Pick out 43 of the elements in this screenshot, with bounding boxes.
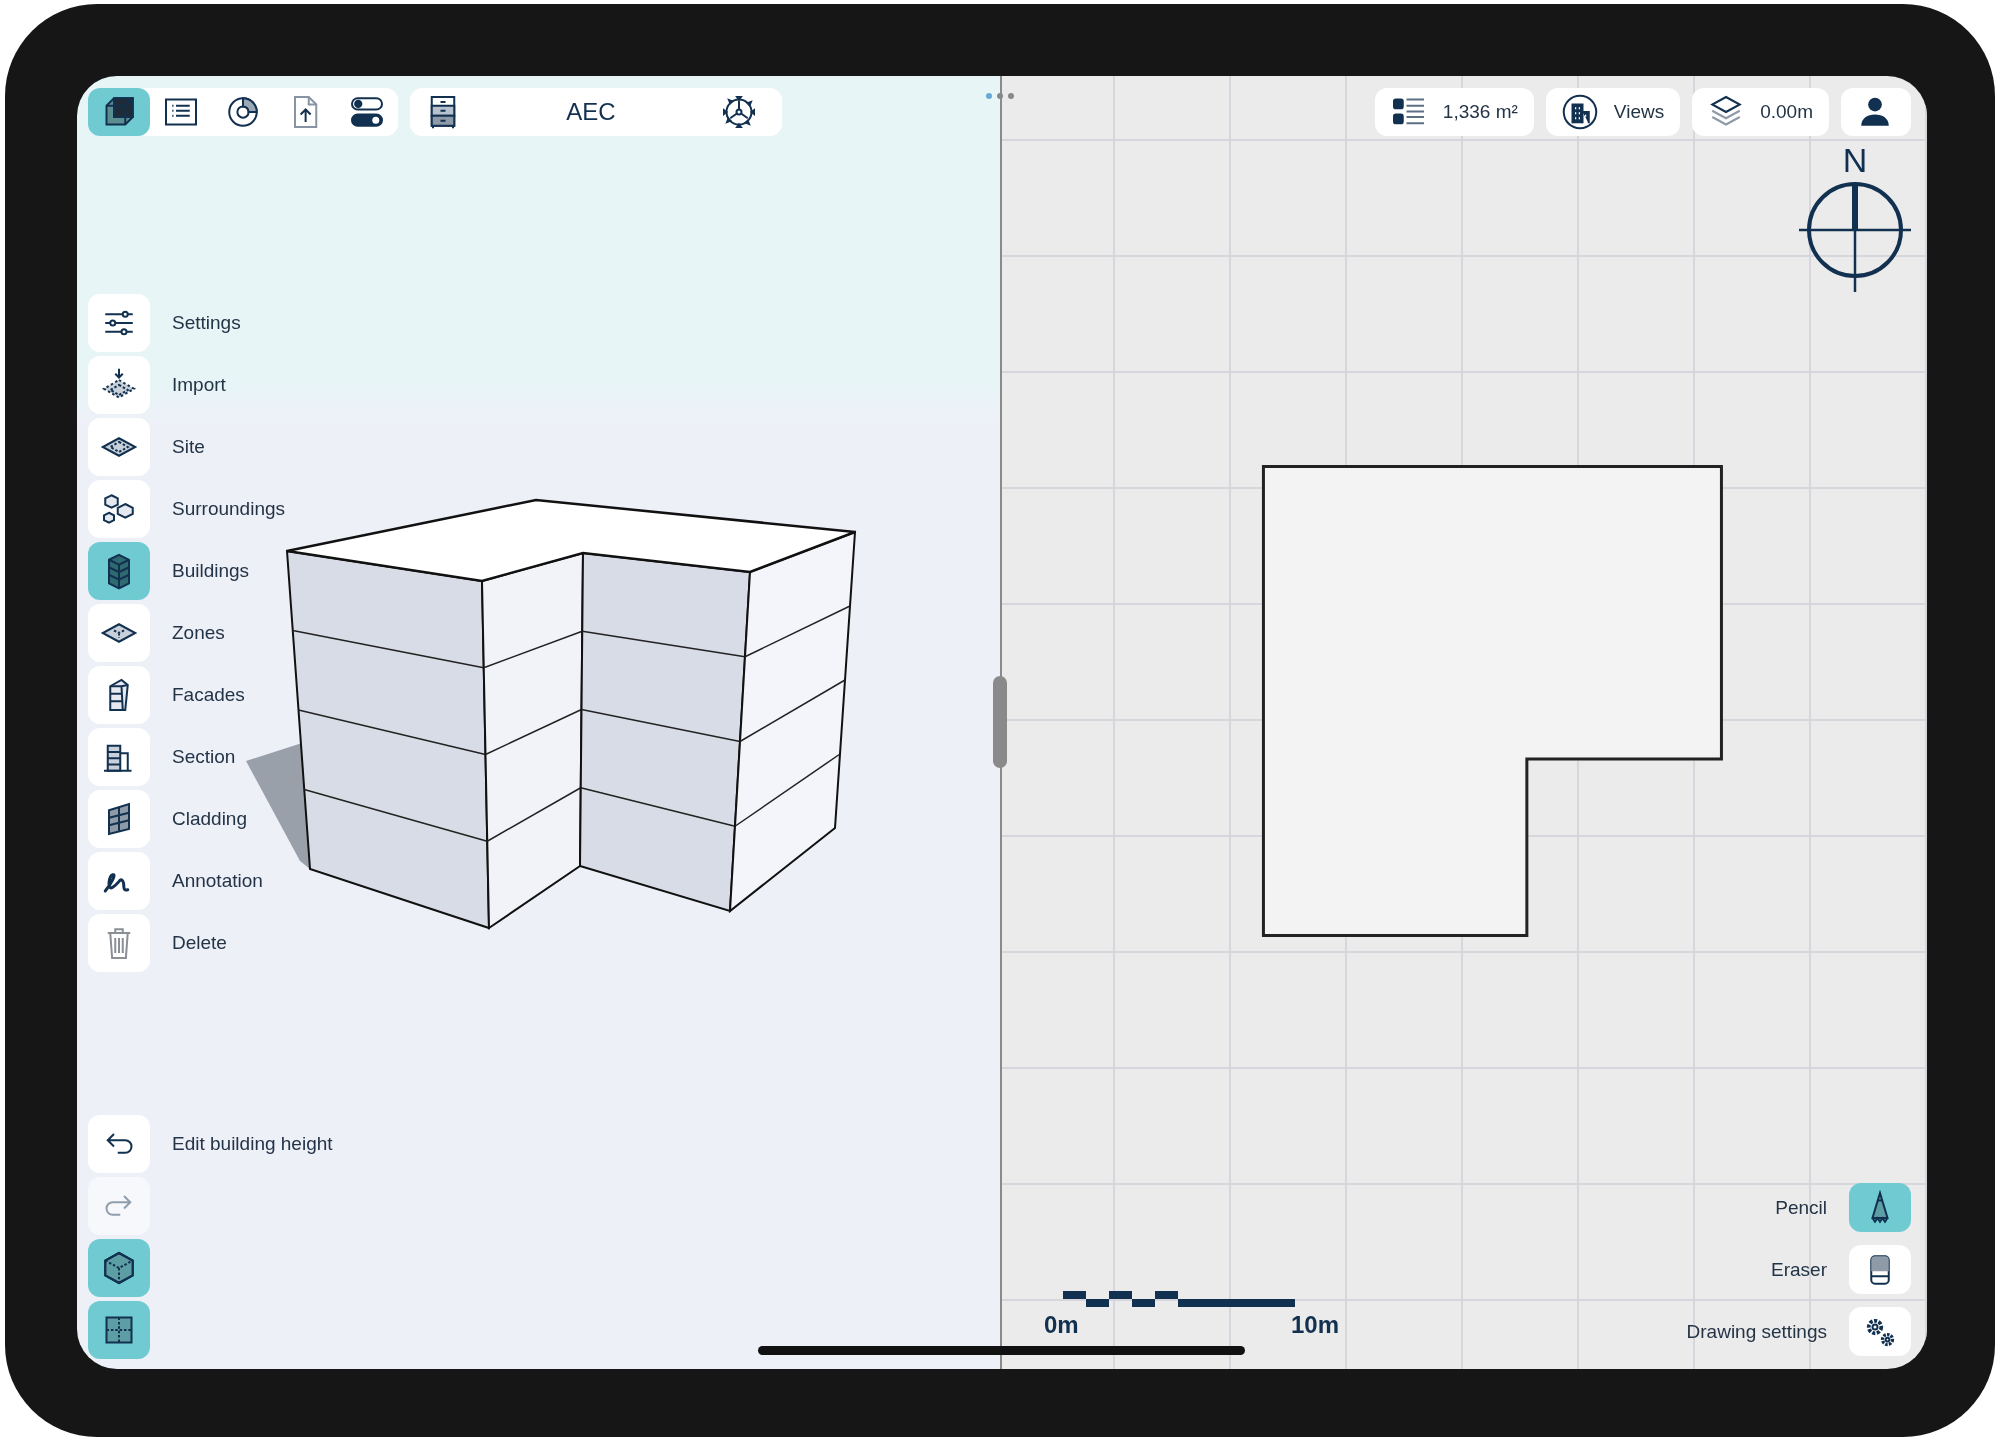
view-perspective-button[interactable] <box>88 1239 150 1297</box>
menu-label: Site <box>172 436 205 458</box>
import-button[interactable] <box>88 356 150 414</box>
buildings-button[interactable] <box>88 542 150 600</box>
split-handle[interactable] <box>993 676 1007 768</box>
compass-icon <box>1799 180 1911 292</box>
zones-button[interactable] <box>88 604 150 662</box>
level-button[interactable]: 0.00m <box>1692 88 1829 136</box>
site-button[interactable] <box>88 418 150 476</box>
eraser-tool-button[interactable] <box>1849 1245 1911 1294</box>
area-button[interactable]: 1,336 m² <box>1374 88 1534 136</box>
menu-label: Annotation <box>172 870 263 892</box>
north-label: N <box>1842 142 1868 178</box>
menu-label: Buildings <box>172 560 250 582</box>
undo-button[interactable] <box>88 1115 150 1173</box>
user-button[interactable] <box>1841 88 1911 136</box>
menu-label: Delete <box>172 932 227 954</box>
facades-button[interactable] <box>88 666 150 724</box>
views-button[interactable]: Views <box>1545 88 1681 136</box>
menu-label: Facades <box>172 684 245 706</box>
scale-label: 10m <box>1290 1311 1339 1339</box>
menu-label: Cladding <box>172 808 247 830</box>
menu-label: Surroundings <box>172 498 286 520</box>
menu-label: Zones <box>172 622 225 644</box>
surroundings-button[interactable] <box>88 480 150 538</box>
menu-label: Settings <box>172 312 241 334</box>
cladding-button[interactable] <box>88 790 150 848</box>
pencil-tool-button[interactable] <box>1849 1183 1911 1232</box>
menu-label: Section <box>172 746 236 768</box>
tool-label: Drawing settings <box>1686 1320 1827 1343</box>
view-plan-button[interactable] <box>88 1301 150 1359</box>
section-button[interactable] <box>88 728 150 786</box>
project-title: AEC <box>566 98 616 126</box>
action-hint: Edit building height <box>172 1133 333 1155</box>
model-tab[interactable] <box>88 88 150 136</box>
tool-label: Pencil <box>1775 1196 1827 1219</box>
annotation-button[interactable] <box>88 852 150 910</box>
tool-label: Eraser <box>1771 1258 1827 1281</box>
settings-button[interactable] <box>88 294 150 352</box>
scale-label: 0m <box>1044 1311 1079 1339</box>
more-icon[interactable] <box>984 92 1016 100</box>
settings-tool-button[interactable] <box>1849 1307 1911 1356</box>
menu-label: Import <box>172 374 226 396</box>
